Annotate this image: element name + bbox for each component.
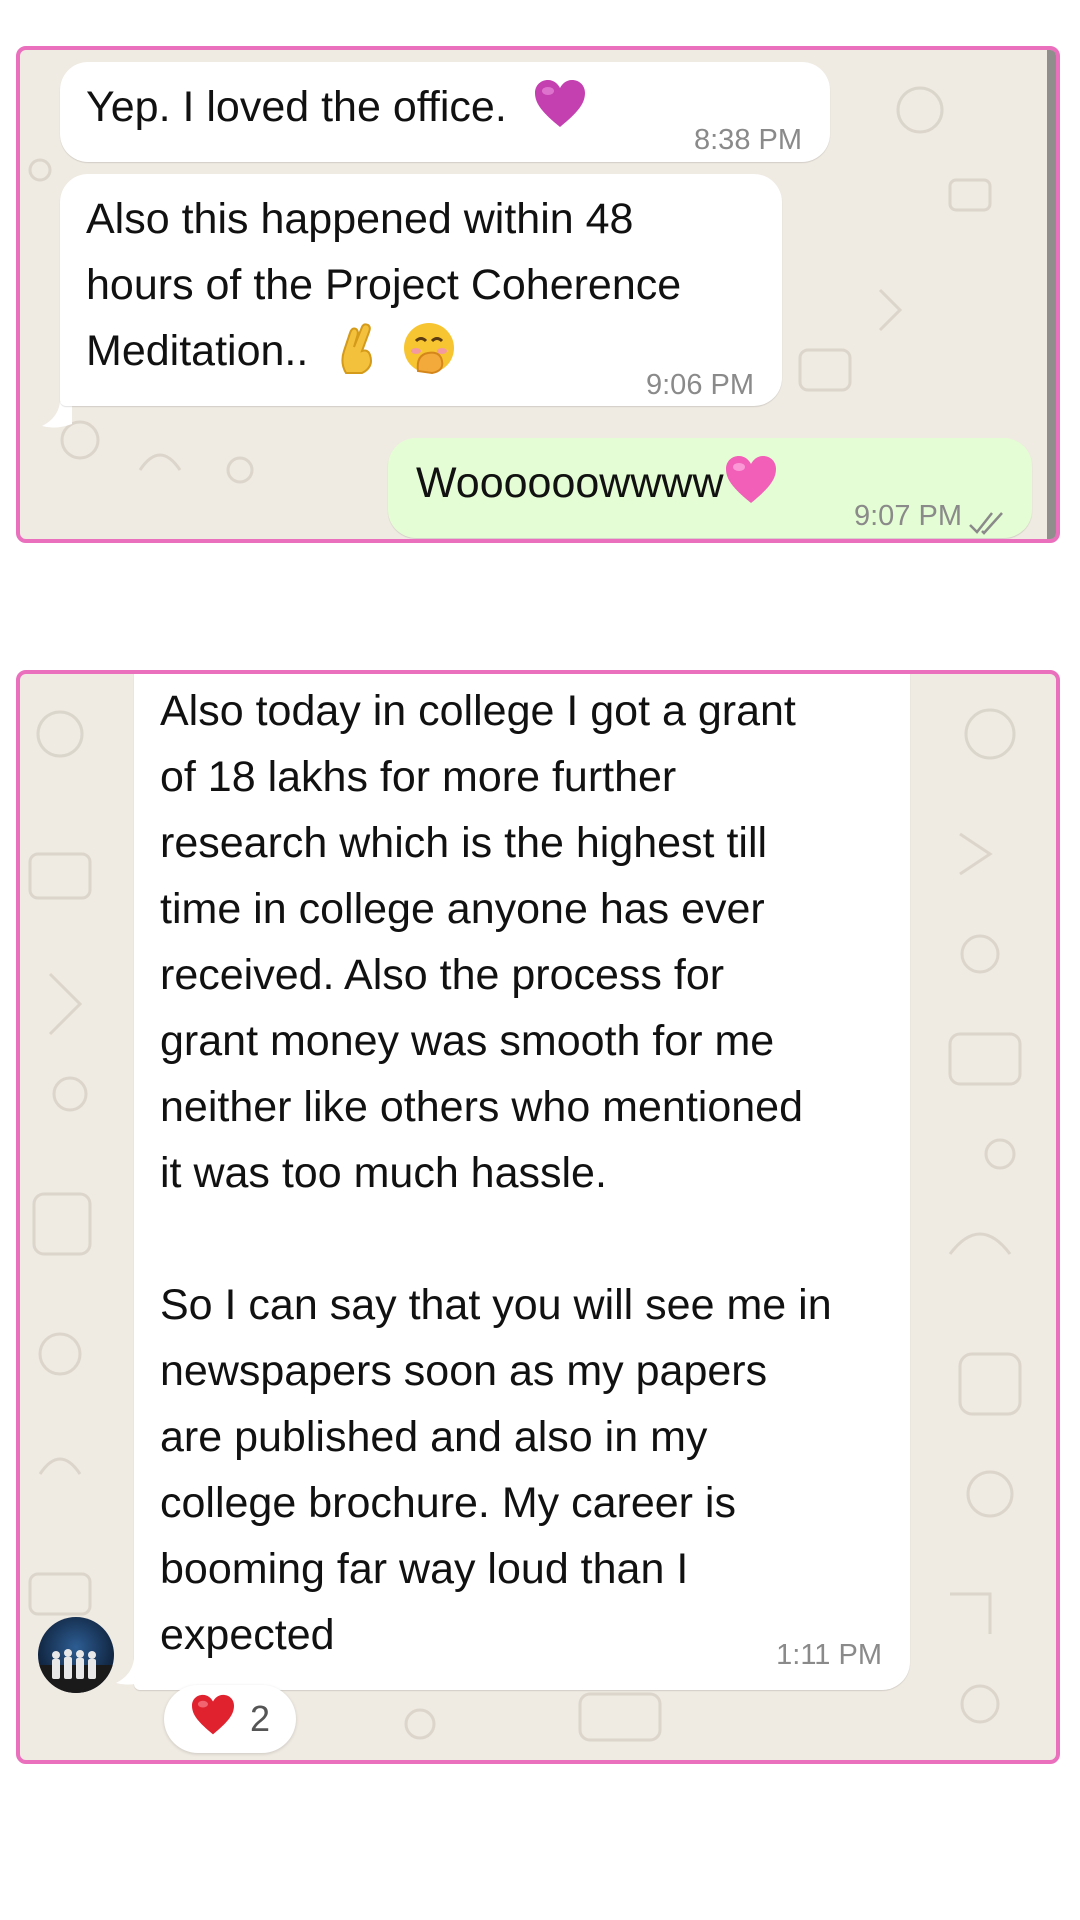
message-line: Meditation.. (86, 327, 309, 375)
message-timestamp: 9:07 PM (854, 500, 962, 532)
chat-screenshot-bottom: Also today in college I got a grant of 1… (16, 670, 1060, 1764)
reaction-pill[interactable]: 2 (164, 1685, 296, 1753)
reaction-count: 2 (249, 1698, 271, 1739)
red-heart-icon (190, 1694, 236, 1745)
incoming-message-bubble[interactable]: Also this happened within 48 hours of th… (60, 174, 782, 406)
crossed-fingers-icon (336, 323, 380, 394)
avatar[interactable] (38, 1617, 114, 1693)
bubble-tail (42, 402, 72, 428)
double-check-read-icon (968, 490, 1008, 539)
incoming-message-bubble[interactable]: Yep. I loved the office. 8:38 PM (60, 62, 830, 162)
purple-heart-icon (533, 79, 587, 148)
message-text: Woooooowwww (416, 459, 724, 507)
outgoing-message-bubble[interactable]: Woooooowwww 9:07 PM (388, 438, 1032, 538)
pink-heart-icon (724, 455, 778, 524)
message-paragraph: Also today in college I got a grant of 1… (160, 687, 803, 1197)
message-timestamp: 1:11 PM (776, 1639, 882, 1671)
message-timestamp: 8:38 PM (694, 124, 802, 156)
message-line: hours of the Project Coherence (86, 261, 682, 309)
face-with-hand-over-mouth-icon (402, 321, 456, 394)
chat-screenshot-top: Yep. I loved the office. 8:38 PM Also th… (16, 46, 1060, 543)
bubble-tail (116, 1659, 146, 1685)
message-text: Yep. I loved the office. (86, 83, 507, 131)
scrollbar-edge (1047, 50, 1056, 539)
message-line: Also this happened within 48 (86, 195, 634, 243)
message-timestamp: 9:06 PM (646, 369, 754, 401)
message-paragraph: So I can say that you will see me in new… (160, 1281, 832, 1659)
incoming-message-bubble[interactable]: Also today in college I got a grant of 1… (134, 674, 910, 1690)
